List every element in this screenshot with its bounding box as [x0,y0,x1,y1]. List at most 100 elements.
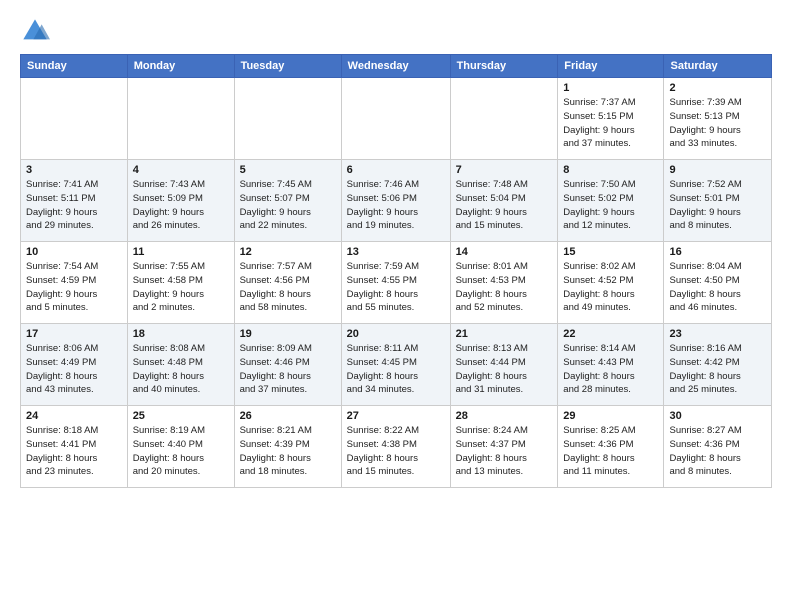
weekday-header: Sunday [21,55,128,78]
day-info: Sunrise: 8:08 AMSunset: 4:48 PMDaylight:… [133,342,229,397]
day-number: 3 [26,164,122,176]
day-info: Sunrise: 8:13 AMSunset: 4:44 PMDaylight:… [456,342,553,397]
calendar-cell: 9 Sunrise: 7:52 AMSunset: 5:01 PMDaylight… [664,160,772,242]
calendar: SundayMondayTuesdayWednesdayThursdayFrid… [20,54,772,488]
day-info: Sunrise: 7:48 AMSunset: 5:04 PMDaylight:… [456,178,553,233]
day-number: 26 [240,410,336,422]
day-info: Sunrise: 8:11 AMSunset: 4:45 PMDaylight:… [347,342,445,397]
day-number: 2 [669,82,766,94]
calendar-cell: 11Sunrise: 7:55 AMSunset: 4:58 PMDayligh… [127,242,234,324]
calendar-cell: 13 Sunrise: 7:59 AMSunset: 4:55 PMDayligh… [341,242,450,324]
day-info: Sunrise: 7:41 AMSunset: 5:11 PMDaylight:… [26,178,122,233]
calendar-cell: 8 Sunrise: 7:50 AMSunset: 5:02 PMDaylight… [558,160,664,242]
calendar-cell [21,78,128,160]
day-info: Sunrise: 8:22 AMSunset: 4:38 PMDaylight:… [347,424,445,479]
day-info: Sunrise: 7:50 AMSunset: 5:02 PMDaylight:… [563,178,658,233]
calendar-cell: 24 Sunrise: 8:18 AMSunset: 4:41 PMDayligh… [21,406,128,488]
day-number: 1 [563,82,658,94]
header-row: SundayMondayTuesdayWednesdayThursdayFrid… [21,55,772,78]
header [20,16,772,46]
day-number: 17 [26,328,122,340]
calendar-cell: 12 Sunrise: 7:57 AMSunset: 4:56 PMDayligh… [234,242,341,324]
day-number: 4 [133,164,229,176]
day-number: 20 [347,328,445,340]
calendar-cell: 26 Sunrise: 8:21 AMSunset: 4:39 PMDayligh… [234,406,341,488]
calendar-cell: 15 Sunrise: 8:02 AMSunset: 4:52 PMDayligh… [558,242,664,324]
calendar-cell: 23 Sunrise: 8:16 AMSunset: 4:42 PMDayligh… [664,324,772,406]
calendar-cell: 14 Sunrise: 8:01 AMSunset: 4:53 PMDayligh… [450,242,558,324]
calendar-cell [234,78,341,160]
calendar-row: 24 Sunrise: 8:18 AMSunset: 4:41 PMDayligh… [21,406,772,488]
calendar-cell [127,78,234,160]
weekday-header: Thursday [450,55,558,78]
calendar-cell: 28 Sunrise: 8:24 AMSunset: 4:37 PMDayligh… [450,406,558,488]
weekday-header: Friday [558,55,664,78]
day-info: Sunrise: 7:45 AMSunset: 5:07 PMDaylight:… [240,178,336,233]
day-number: 23 [669,328,766,340]
day-number: 9 [669,164,766,176]
day-info: Sunrise: 7:54 AMSunset: 4:59 PMDaylight:… [26,260,122,315]
calendar-cell: 3 Sunrise: 7:41 AMSunset: 5:11 PMDaylight… [21,160,128,242]
day-info: Sunrise: 8:16 AMSunset: 4:42 PMDaylight:… [669,342,766,397]
calendar-cell: 22Sunrise: 8:14 AMSunset: 4:43 PMDayligh… [558,324,664,406]
day-number: 18 [133,328,229,340]
day-number: 22 [563,328,658,340]
calendar-cell: 27 Sunrise: 8:22 AMSunset: 4:38 PMDayligh… [341,406,450,488]
day-number: 11 [133,246,229,258]
calendar-cell: 4Sunrise: 7:43 AMSunset: 5:09 PMDaylight… [127,160,234,242]
day-number: 19 [240,328,336,340]
day-info: Sunrise: 8:21 AMSunset: 4:39 PMDaylight:… [240,424,336,479]
calendar-cell: 25 Sunrise: 8:19 AMSunset: 4:40 PMDayligh… [127,406,234,488]
day-number: 10 [26,246,122,258]
calendar-cell [450,78,558,160]
day-number: 28 [456,410,553,422]
calendar-cell: 19 Sunrise: 8:09 AMSunset: 4:46 PMDayligh… [234,324,341,406]
calendar-row: 1 Sunrise: 7:37 AMSunset: 5:15 PMDaylight… [21,78,772,160]
calendar-cell: 7 Sunrise: 7:48 AMSunset: 5:04 PMDaylight… [450,160,558,242]
calendar-cell: 21 Sunrise: 8:13 AMSunset: 4:44 PMDayligh… [450,324,558,406]
day-number: 30 [669,410,766,422]
weekday-header: Saturday [664,55,772,78]
calendar-cell: 16Sunrise: 8:04 AMSunset: 4:50 PMDayligh… [664,242,772,324]
day-number: 16 [669,246,766,258]
weekday-header: Monday [127,55,234,78]
day-number: 8 [563,164,658,176]
day-number: 13 [347,246,445,258]
day-info: Sunrise: 8:09 AMSunset: 4:46 PMDaylight:… [240,342,336,397]
day-info: Sunrise: 7:59 AMSunset: 4:55 PMDaylight:… [347,260,445,315]
day-number: 15 [563,246,658,258]
calendar-row: 10 Sunrise: 7:54 AMSunset: 4:59 PMDayligh… [21,242,772,324]
weekday-header: Tuesday [234,55,341,78]
day-info: Sunrise: 8:18 AMSunset: 4:41 PMDaylight:… [26,424,122,479]
calendar-cell [341,78,450,160]
day-info: Sunrise: 8:19 AMSunset: 4:40 PMDaylight:… [133,424,229,479]
calendar-cell: 5 Sunrise: 7:45 AMSunset: 5:07 PMDaylight… [234,160,341,242]
day-number: 12 [240,246,336,258]
day-number: 27 [347,410,445,422]
day-info: Sunrise: 8:25 AMSunset: 4:36 PMDaylight:… [563,424,658,479]
calendar-cell: 29Sunrise: 8:25 AMSunset: 4:36 PMDayligh… [558,406,664,488]
day-info: Sunrise: 7:37 AMSunset: 5:15 PMDaylight:… [563,96,658,151]
day-info: Sunrise: 7:46 AMSunset: 5:06 PMDaylight:… [347,178,445,233]
day-number: 5 [240,164,336,176]
day-number: 24 [26,410,122,422]
day-info: Sunrise: 8:24 AMSunset: 4:37 PMDaylight:… [456,424,553,479]
calendar-cell: 1 Sunrise: 7:37 AMSunset: 5:15 PMDaylight… [558,78,664,160]
weekday-header: Wednesday [341,55,450,78]
day-number: 7 [456,164,553,176]
day-info: Sunrise: 8:27 AMSunset: 4:36 PMDaylight:… [669,424,766,479]
day-info: Sunrise: 8:06 AMSunset: 4:49 PMDaylight:… [26,342,122,397]
day-info: Sunrise: 8:01 AMSunset: 4:53 PMDaylight:… [456,260,553,315]
day-number: 21 [456,328,553,340]
day-info: Sunrise: 7:39 AMSunset: 5:13 PMDaylight:… [669,96,766,151]
calendar-row: 3 Sunrise: 7:41 AMSunset: 5:11 PMDaylight… [21,160,772,242]
day-info: Sunrise: 8:02 AMSunset: 4:52 PMDaylight:… [563,260,658,315]
page: SundayMondayTuesdayWednesdayThursdayFrid… [0,0,792,498]
calendar-cell: 10 Sunrise: 7:54 AMSunset: 4:59 PMDayligh… [21,242,128,324]
day-number: 14 [456,246,553,258]
day-number: 25 [133,410,229,422]
day-info: Sunrise: 7:52 AMSunset: 5:01 PMDaylight:… [669,178,766,233]
calendar-cell: 30 Sunrise: 8:27 AMSunset: 4:36 PMDayligh… [664,406,772,488]
day-info: Sunrise: 7:57 AMSunset: 4:56 PMDaylight:… [240,260,336,315]
day-number: 6 [347,164,445,176]
